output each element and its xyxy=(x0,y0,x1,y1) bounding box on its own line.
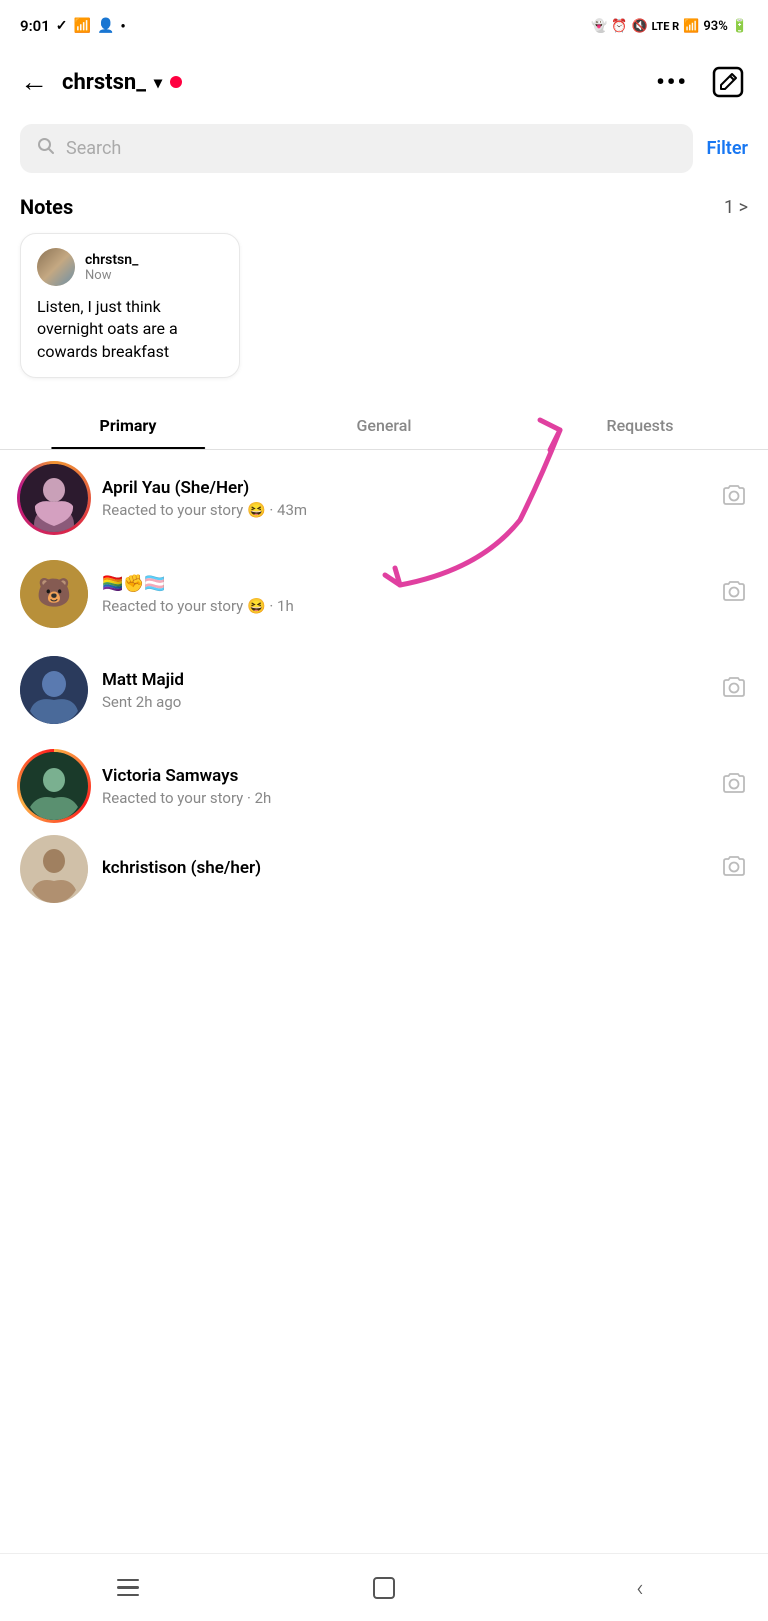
message-name: 🏳️‍🌈✊🏳️‍⚧️ xyxy=(102,574,706,594)
back-icon: ‹ xyxy=(636,1576,643,1600)
wifi-icon: 📶 xyxy=(74,18,91,34)
notes-nav-button[interactable]: 1 > xyxy=(724,197,748,218)
note-user-info: chrstsn_ Now xyxy=(85,252,138,283)
message-preview: Reacted to your story 😆 · 43m xyxy=(102,501,706,519)
message-preview: Sent 2h ago xyxy=(102,693,706,711)
search-placeholder: Search xyxy=(66,138,121,159)
status-bar: 9:01 ✓ 📶 👤 • 👻 ⏰ 🔇 LTE R 📶 93% 🔋 xyxy=(0,0,768,48)
menu-icon xyxy=(117,1579,139,1597)
avatar xyxy=(20,752,88,820)
message-name: kchristison (she/her) xyxy=(102,858,706,878)
avatar-image xyxy=(20,752,88,820)
username-label: chrstsn_ xyxy=(62,70,146,95)
lte-label: LTE R xyxy=(652,20,680,33)
note-card-header: chrstsn_ Now xyxy=(37,248,223,286)
notes-header: Notes 1 > xyxy=(0,185,768,233)
alarm2-icon: ⏰ xyxy=(611,19,627,34)
message-name: Victoria Samways xyxy=(102,766,706,786)
tabs: Primary General Requests xyxy=(0,402,768,450)
note-username: chrstsn_ xyxy=(85,252,138,268)
status-right: 👻 ⏰ 🔇 LTE R 📶 93% 🔋 xyxy=(591,19,748,34)
note-avatar xyxy=(37,248,75,286)
search-bar[interactable]: Search xyxy=(20,124,693,173)
nav-back-button[interactable]: ‹ xyxy=(610,1558,670,1618)
avatar xyxy=(20,464,88,532)
message-item[interactable]: kchristison (she/her) xyxy=(0,834,768,904)
nav-home-button[interactable] xyxy=(354,1558,414,1618)
notes-list: chrstsn_ Now Listen, I just think overni… xyxy=(0,233,768,398)
avatar: 🐻 xyxy=(20,560,88,628)
back-button[interactable]: ← xyxy=(20,68,48,96)
message-item[interactable]: April Yau (She/Her) Reacted to your stor… xyxy=(0,450,768,546)
header-title: chrstsn_ ▾ xyxy=(62,70,182,95)
battery-icon: 🔋 xyxy=(732,19,748,34)
camera-icon[interactable] xyxy=(720,852,748,886)
nav-menu-button[interactable] xyxy=(98,1558,158,1618)
tab-requests[interactable]: Requests xyxy=(512,402,768,449)
camera-icon[interactable] xyxy=(720,481,748,515)
message-content: Victoria Samways Reacted to your story ·… xyxy=(102,766,706,807)
avatar-image xyxy=(20,464,88,532)
active-dot xyxy=(170,76,182,88)
battery-label: 93% xyxy=(703,19,727,34)
avatar xyxy=(20,835,88,903)
message-item[interactable]: 🐻 🏳️‍🌈✊🏳️‍⚧️ Reacted to your story 😆 · 1… xyxy=(0,546,768,642)
message-item[interactable]: Matt Majid Sent 2h ago xyxy=(0,642,768,738)
avatar xyxy=(20,656,88,724)
filter-button[interactable]: Filter xyxy=(707,138,748,159)
ghost-icon: 👻 xyxy=(591,19,607,34)
chevron-down-icon[interactable]: ▾ xyxy=(154,73,162,92)
message-list: April Yau (She/Her) Reacted to your stor… xyxy=(0,450,768,904)
message-preview: Reacted to your story 😆 · 1h xyxy=(102,597,706,615)
mute-icon: 🔇 xyxy=(631,19,647,34)
more-options-button[interactable]: ••• xyxy=(656,68,688,96)
note-card[interactable]: chrstsn_ Now Listen, I just think overni… xyxy=(20,233,240,378)
message-content: 🏳️‍🌈✊🏳️‍⚧️ Reacted to your story 😆 · 1h xyxy=(102,574,706,615)
tab-primary[interactable]: Primary xyxy=(0,402,256,449)
note-text: Listen, I just think overnight oats are … xyxy=(37,296,223,363)
compose-button[interactable] xyxy=(708,62,748,102)
camera-icon[interactable] xyxy=(720,769,748,803)
bottom-nav: ‹ xyxy=(0,1553,768,1621)
alarm-icon: ✓ xyxy=(56,18,68,34)
svg-text:🐻: 🐻 xyxy=(37,575,72,609)
message-content: Matt Majid Sent 2h ago xyxy=(102,670,706,711)
search-section: Search Filter xyxy=(0,116,768,185)
avatar-image xyxy=(20,835,88,903)
message-content: kchristison (she/her) xyxy=(102,858,706,881)
signal-icon: 📶 xyxy=(683,19,699,34)
status-time: 9:01 ✓ 📶 👤 • xyxy=(20,17,126,35)
dot-icon: • xyxy=(120,17,125,35)
message-item[interactable]: Victoria Samways Reacted to your story ·… xyxy=(0,738,768,834)
note-time: Now xyxy=(85,268,138,283)
notes-title: Notes xyxy=(20,195,73,219)
avatar-image xyxy=(20,656,88,724)
message-content: April Yau (She/Her) Reacted to your stor… xyxy=(102,478,706,519)
message-name: April Yau (She/Her) xyxy=(102,478,706,498)
avatar-image: 🐻 xyxy=(20,560,88,628)
message-name: Matt Majid xyxy=(102,670,706,690)
search-icon xyxy=(36,136,56,161)
home-icon xyxy=(373,1577,395,1599)
header: ← chrstsn_ ▾ ••• xyxy=(0,48,768,116)
camera-icon[interactable] xyxy=(720,673,748,707)
message-preview: Reacted to your story · 2h xyxy=(102,789,706,807)
tab-general[interactable]: General xyxy=(256,402,512,449)
camera-icon[interactable] xyxy=(720,577,748,611)
profile-icon: 👤 xyxy=(97,18,114,34)
